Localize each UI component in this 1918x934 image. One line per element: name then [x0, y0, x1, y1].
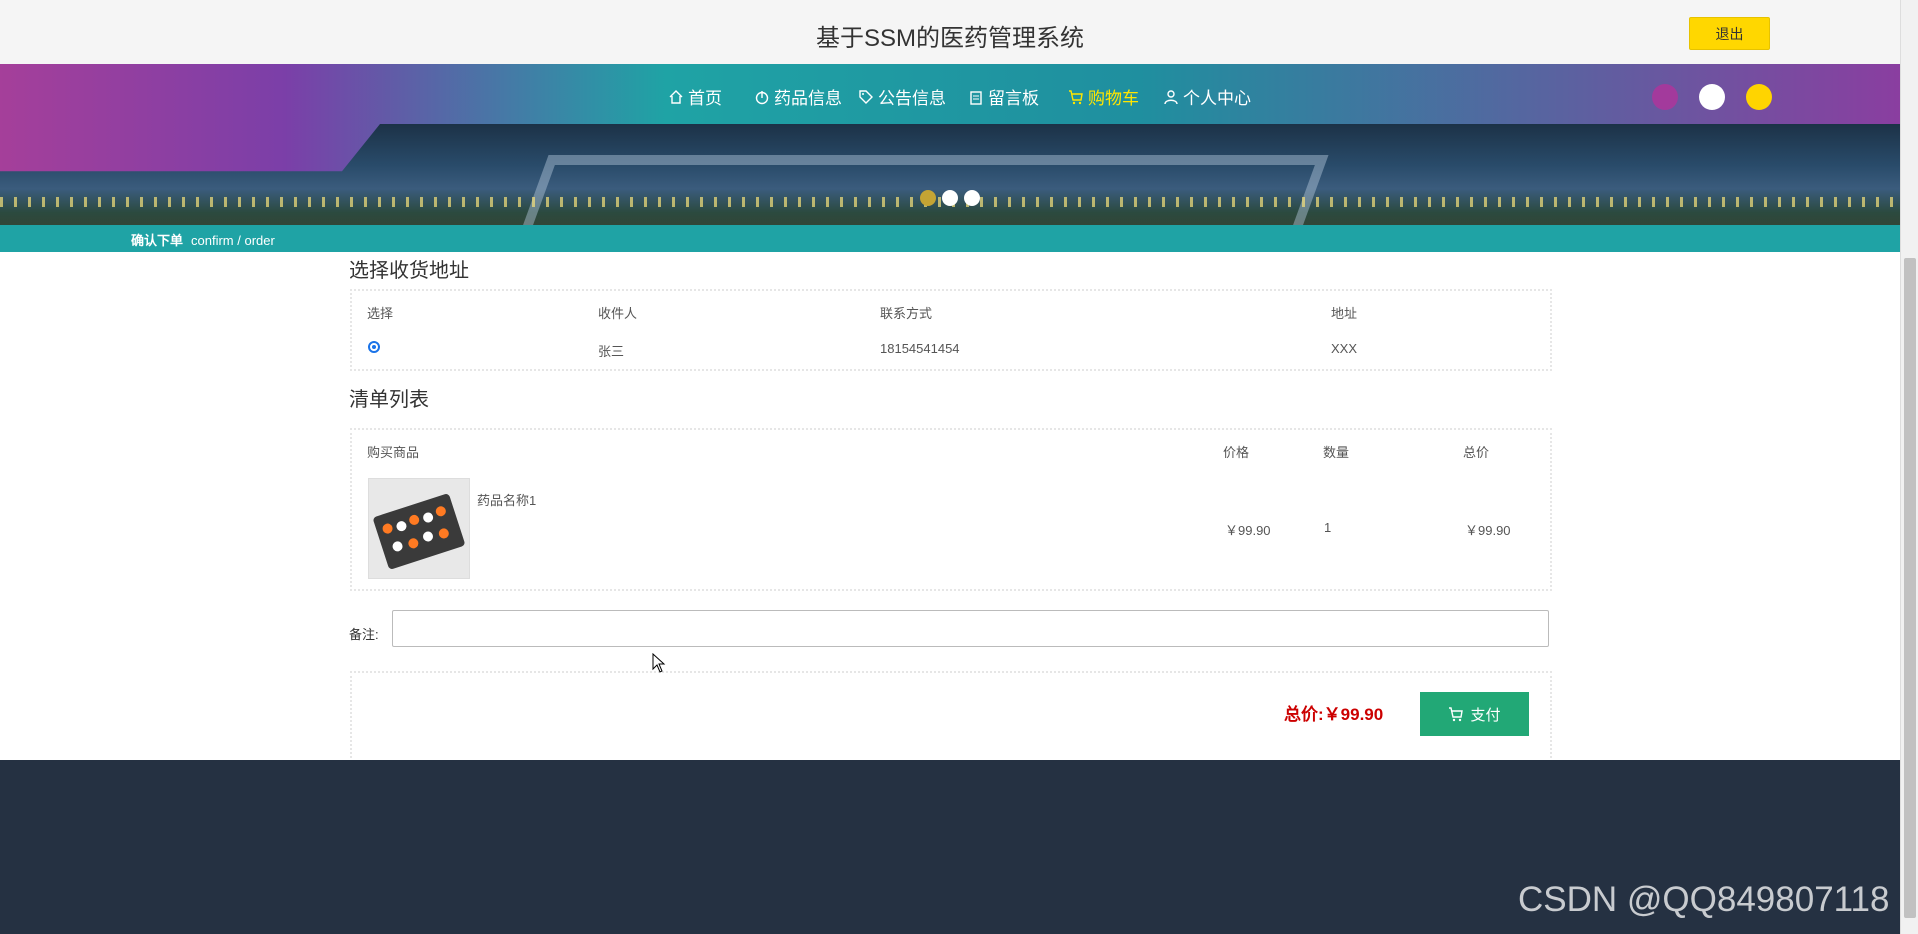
total-price: 总价:￥99.90	[1284, 700, 1383, 725]
breadcrumb-bar: 确认下单 confirm / order	[0, 225, 1900, 252]
clipboard-icon	[970, 90, 982, 105]
tag-icon	[859, 89, 873, 104]
watermark: CSDN @QQ849807118	[1518, 880, 1890, 919]
scrollbar[interactable]	[1900, 0, 1918, 934]
top-header: 基于SSM的医药管理系统 退出	[0, 0, 1900, 65]
cart-icon	[1069, 89, 1083, 104]
order-section-title: 清单列表	[349, 389, 429, 411]
address-header-name: 收件人	[598, 306, 638, 321]
breadcrumb: 确认下单 confirm / order	[131, 230, 275, 249]
logout-button[interactable]: 退出	[1689, 17, 1770, 50]
remark-label: 备注:	[349, 627, 379, 642]
product-qty: 1	[1324, 520, 1332, 535]
home-icon	[669, 89, 683, 104]
address-phone: 18154541454	[880, 341, 960, 356]
total-value: ￥99.90	[1323, 705, 1384, 724]
nav-label-cart: 购物车	[1088, 89, 1139, 108]
nav-item-notice[interactable]: 公告信息	[858, 84, 946, 109]
address-header-select: 选择	[367, 306, 394, 321]
product-name[interactable]: 药品名称1	[477, 490, 536, 509]
power-icon	[755, 90, 769, 104]
mouse-cursor-icon	[652, 653, 666, 673]
total-label: 总价:	[1284, 705, 1324, 724]
nav-label-medicine: 药品信息	[774, 89, 842, 108]
address-detail: XXX	[1331, 341, 1358, 356]
user-icon	[1164, 89, 1178, 104]
nav-item-medicine[interactable]: 药品信息	[754, 84, 842, 109]
nav-item-cart[interactable]: 购物车	[1068, 84, 1139, 109]
theme-dot-yellow[interactable]	[1746, 84, 1772, 110]
address-name: 张三	[598, 344, 625, 359]
breadcrumb-en: confirm / order	[191, 233, 275, 248]
address-header-phone: 联系方式	[880, 306, 933, 321]
breadcrumb-cn: 确认下单	[131, 233, 184, 248]
address-section-title: 选择收货地址	[349, 260, 469, 282]
carousel-dot-3[interactable]	[964, 190, 980, 206]
scroll-thumb[interactable]	[1904, 258, 1916, 918]
nav-label-message: 留言板	[988, 89, 1039, 108]
nav-item-profile[interactable]: 个人中心	[1163, 84, 1251, 109]
order-header-qty: 数量	[1323, 445, 1350, 460]
pay-button[interactable]: 支付	[1420, 692, 1529, 736]
address-table	[350, 289, 1552, 371]
nav-item-home[interactable]: 首页	[668, 84, 722, 109]
product-image	[368, 478, 470, 579]
nav-item-message[interactable]: 留言板	[968, 84, 1039, 109]
remark-input[interactable]	[392, 610, 1549, 647]
address-header-address: 地址	[1331, 306, 1358, 321]
carousel-dot-1[interactable]	[920, 190, 936, 206]
theme-dot-purple[interactable]	[1652, 84, 1678, 110]
carousel-dot-2[interactable]	[942, 190, 958, 206]
pay-label: 支付	[1470, 706, 1501, 724]
order-header-price: 价格	[1223, 445, 1250, 460]
nav-label-notice: 公告信息	[878, 89, 946, 108]
site-title: 基于SSM的医药管理系统	[815, 25, 1084, 52]
cart-icon	[1449, 707, 1464, 722]
nav-label-profile: 个人中心	[1183, 89, 1251, 108]
theme-dot-white[interactable]	[1699, 84, 1725, 110]
product-subtotal: ￥99.90	[1465, 523, 1511, 538]
main-nav: 首页 药品信息 公告信息 留言板 购物车 个人中心	[0, 64, 1900, 126]
product-price: ￥99.90	[1225, 523, 1271, 538]
pill-box-graphic	[372, 492, 466, 571]
order-table	[350, 428, 1552, 591]
order-header-product: 购买商品	[367, 445, 420, 460]
address-radio[interactable]	[368, 341, 380, 353]
order-header-subtotal: 总价	[1463, 445, 1490, 460]
nav-label-home: 首页	[688, 89, 722, 108]
